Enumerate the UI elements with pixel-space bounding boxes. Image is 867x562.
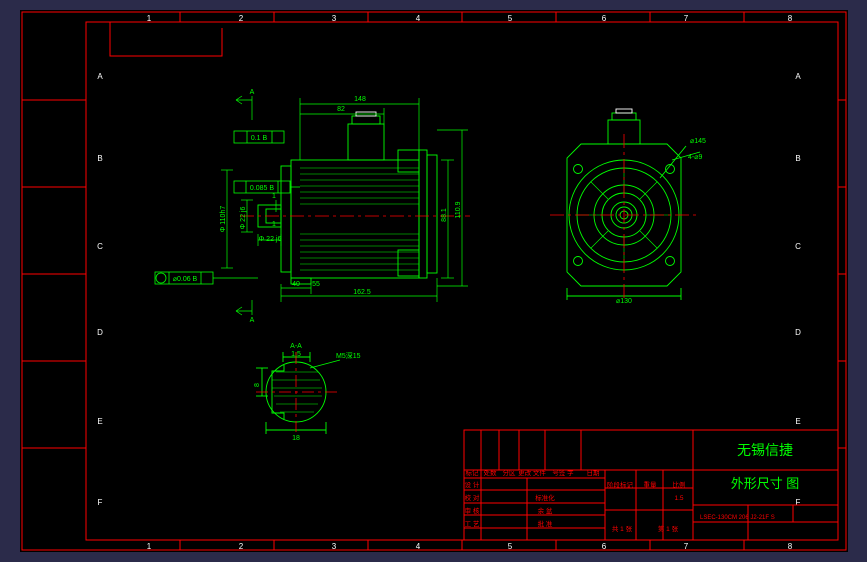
cad-drawing-canvas: 1 2 3 4 5 6 7 8 1 2 3 4 5 6 7 8 A B C D … bbox=[0, 0, 867, 562]
section-shaft-dia: 18 bbox=[292, 435, 300, 442]
zone-top-6: 6 bbox=[602, 14, 607, 23]
drawing-title: 外形尺寸 图 bbox=[731, 476, 800, 491]
zone-left-a: A bbox=[97, 72, 103, 81]
zone-right-d: D bbox=[795, 328, 801, 337]
tb-scale-label: 比例 bbox=[673, 480, 686, 489]
zone-top-3: 3 bbox=[332, 14, 337, 23]
zone-top-8: 8 bbox=[788, 14, 793, 23]
zone-left-d: D bbox=[97, 328, 103, 337]
tolerance-runout: ⌀0.06 B bbox=[173, 276, 198, 283]
zone-left-b: B bbox=[97, 154, 102, 163]
zone-top-5: 5 bbox=[508, 14, 513, 23]
dim-110-9: 110.9 bbox=[455, 201, 462, 218]
dim-148: 148 bbox=[354, 96, 366, 103]
dim-40: Φ 22 j6 bbox=[259, 236, 282, 243]
tb-col-2: 分区 bbox=[503, 468, 517, 477]
zone-right-a: A bbox=[795, 72, 801, 81]
section-keyway-depth: 1.5 bbox=[291, 351, 301, 358]
drawing-area bbox=[20, 10, 848, 552]
zone-bottom-3: 3 bbox=[332, 542, 337, 551]
tb-row-1-label: 校 对 bbox=[465, 493, 480, 502]
zone-bottom-4: 4 bbox=[416, 542, 421, 551]
dim-22j6: Φ 22 j6 bbox=[240, 207, 247, 230]
tb-col-5: 日期 bbox=[587, 469, 601, 477]
zone-bottom-2: 2 bbox=[239, 542, 244, 551]
tolerance-flatness: 0.1 B bbox=[251, 135, 268, 142]
dim-55: 40 bbox=[292, 281, 300, 288]
tb-scale-value: 1.5 bbox=[674, 495, 683, 502]
zone-bottom-5: 5 bbox=[508, 542, 513, 551]
label-bolt-circle: ⌀145 bbox=[690, 138, 706, 145]
dim-88-1: 88.1 bbox=[441, 208, 448, 222]
zone-bottom-8: 8 bbox=[788, 542, 793, 551]
tb-row-1-v1: 标准化 bbox=[535, 493, 555, 502]
zone-right-f: F bbox=[796, 498, 801, 507]
zone-right-e: E bbox=[795, 417, 800, 426]
zone-left-e: E bbox=[97, 417, 102, 426]
axis-label-1-bottom: 1 bbox=[272, 221, 276, 228]
company-name: 无锡信捷 bbox=[737, 442, 793, 458]
tolerance-perp: 0.085 B bbox=[250, 185, 274, 192]
tb-part-code: LSEC-130CM 206 J2-21F S bbox=[700, 515, 775, 521]
zone-top-7: 7 bbox=[684, 14, 689, 23]
tb-row-2-v1: 余 盆 bbox=[538, 506, 553, 515]
dim-26: 55 bbox=[312, 281, 320, 288]
tb-mass-label: 重量 bbox=[644, 481, 658, 489]
tb-row-2-label: 审 核 bbox=[465, 506, 480, 515]
section-mark-a-bottom: A bbox=[250, 317, 255, 324]
dim-162-5: 162.5 bbox=[353, 289, 371, 296]
tb-row-3-label: 工 艺 bbox=[465, 520, 480, 528]
tb-col-1: 处数 bbox=[484, 468, 498, 477]
tb-sheet-total: 共 1 张 bbox=[612, 524, 633, 533]
dim-110h7: Φ 110h7 bbox=[220, 206, 227, 233]
section-side-dim: 8 bbox=[254, 383, 261, 387]
drawing-svg: 1 2 3 4 5 6 7 8 1 2 3 4 5 6 7 8 A B C D … bbox=[0, 0, 867, 562]
tb-sheet-number: 第 1 张 bbox=[658, 524, 679, 533]
tb-stage-label: 阶段标记 bbox=[607, 480, 634, 489]
zone-bottom-6: 6 bbox=[602, 542, 607, 551]
zone-top-4: 4 bbox=[416, 14, 421, 23]
zone-bottom-1: 1 bbox=[147, 542, 152, 551]
tb-col-4: 号签 字 bbox=[552, 468, 574, 477]
tb-row-3-v1: 批 准 bbox=[538, 519, 553, 528]
zone-top-1: 1 bbox=[147, 14, 152, 23]
zone-top-2: 2 bbox=[239, 14, 244, 23]
tb-col-3: 更改 文件 bbox=[518, 468, 546, 477]
label-hole-count: 4-⌀9 bbox=[688, 154, 702, 161]
dim-82: 82 bbox=[337, 106, 345, 113]
label-outer-dia: ⌀130 bbox=[616, 298, 632, 305]
zone-right-c: C bbox=[795, 242, 801, 251]
tb-row-0-label: 设 计 bbox=[465, 480, 480, 489]
section-title: A-A bbox=[290, 343, 302, 350]
zone-left-c: C bbox=[97, 242, 103, 251]
axis-label-1-top: 1 bbox=[272, 193, 276, 200]
section-thread-note: M5深15 bbox=[336, 351, 361, 360]
zone-left-f: F bbox=[98, 498, 103, 507]
section-mark-a-top: A bbox=[250, 89, 255, 96]
tb-col-0: 标记 bbox=[466, 468, 480, 477]
zone-bottom-7: 7 bbox=[684, 542, 689, 551]
zone-right-b: B bbox=[795, 154, 800, 163]
